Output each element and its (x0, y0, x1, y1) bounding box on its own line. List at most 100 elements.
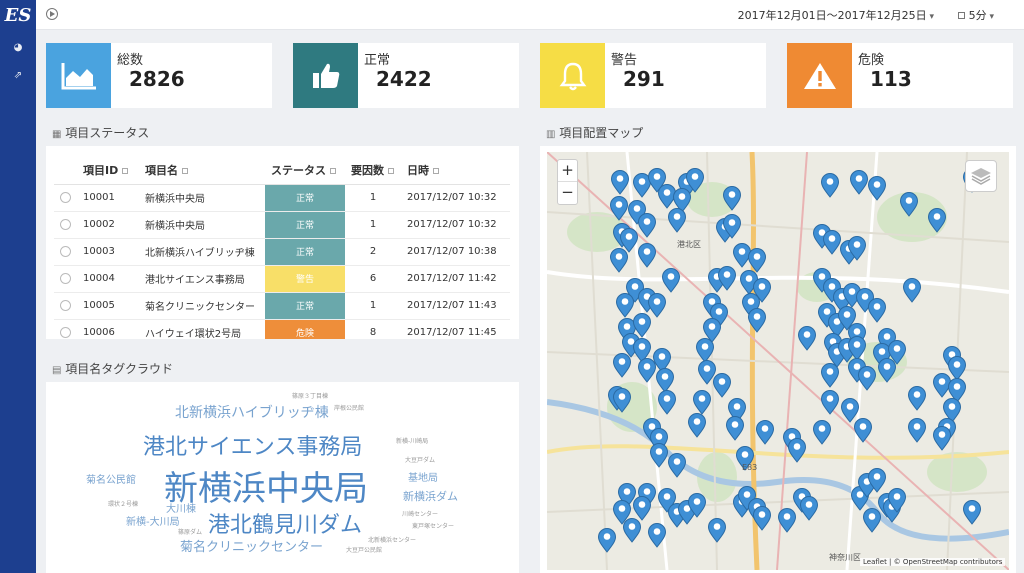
marker-dot (826, 395, 834, 402)
tag-item[interactable]: 環状２号棟 (108, 499, 138, 508)
status-badge: 危険 (265, 319, 345, 339)
sidebar: ES ◕ ⇗ (0, 0, 36, 573)
map-marker-icon (797, 326, 817, 351)
cell-time: 2017/12/07 10:32 (401, 184, 510, 212)
marker-dot (715, 308, 723, 315)
marker-dot (747, 298, 755, 305)
marker-dot (853, 363, 861, 370)
marker-dot (848, 288, 856, 295)
card-label: 警告 (611, 53, 638, 68)
marker-dot (655, 448, 663, 455)
map-marker-icon (692, 390, 712, 415)
map-marker-icon (755, 420, 775, 445)
card-danger: 危険 113 (787, 43, 1013, 108)
tag-item[interactable]: 篠原３丁目棟 (292, 391, 328, 400)
marker-dot (913, 423, 921, 430)
tag-item[interactable]: 菊名クリニックセンター (180, 536, 323, 555)
app-logo[interactable]: ES (0, 0, 36, 32)
tag-item[interactable]: 新横-大川局 (126, 513, 180, 528)
interval-dropdown[interactable]: 5分 (957, 7, 994, 23)
marker-dot (805, 501, 813, 508)
tag-item[interactable]: 基地局 (408, 469, 438, 484)
map-canvas[interactable]: 港北区 神奈川区 E83 (547, 152, 1009, 570)
tag-item[interactable]: 北新横浜センター (368, 535, 416, 544)
col-header-time[interactable]: 日時 (401, 156, 510, 185)
marker-dot (633, 205, 641, 212)
tag-item[interactable]: 港北鶴見川ダム (208, 507, 362, 539)
table-row[interactable]: 10001 新横浜中央局 正常 1 2017/12/07 10:32 (54, 184, 510, 212)
tag-item[interactable]: 大豆戸ダム (405, 455, 435, 464)
map-marker-icon (632, 313, 652, 338)
marker-dot (631, 283, 639, 290)
tag-item[interactable]: 北新横浜ハイブリッヂ棟 (175, 402, 329, 422)
marker-dot (953, 383, 961, 390)
card-label: 危険 (858, 53, 885, 68)
row-radio[interactable] (60, 326, 71, 338)
row-radio[interactable] (60, 272, 71, 284)
marker-dot (843, 311, 851, 318)
marker-dot (826, 178, 834, 185)
marker-dot (761, 425, 769, 432)
marker-dot (743, 491, 751, 498)
tag-item[interactable]: 岸根公民館 (334, 403, 364, 412)
marker-dot (708, 298, 716, 305)
square-icon (957, 12, 965, 19)
tag-item[interactable]: 川崎センター (402, 509, 438, 518)
card-label: 正常 (364, 53, 391, 68)
marker-dot (893, 493, 901, 500)
map-svg[interactable]: 港北区神奈川区 E83 (547, 152, 1009, 570)
status-badge: 警告 (265, 265, 345, 293)
row-radio[interactable] (60, 218, 71, 230)
interval-label: 5分 (968, 9, 987, 22)
table-row[interactable]: 10005 菊名クリニックセンター 正常 1 2017/12/07 11:43 (54, 292, 510, 320)
marker-dot (868, 513, 876, 520)
tag-item[interactable]: 大豆戸公民館 (346, 545, 382, 554)
zoom-in-button[interactable]: + (558, 160, 577, 182)
table-row[interactable]: 10003 北新横浜ハイブリッヂ棟 正常 2 2017/12/07 10:38 (54, 238, 510, 266)
marker-dot (653, 173, 661, 180)
col-header-status[interactable]: ステータス (265, 156, 345, 185)
row-radio[interactable] (60, 245, 71, 257)
table-row[interactable]: 10004 港北サイエンス事務局 警告 6 2017/12/07 11:42 (54, 265, 510, 293)
date-range-dropdown[interactable]: 2017年12月01日〜2017年12月25日 (738, 7, 934, 23)
row-radio[interactable] (60, 191, 71, 203)
card-warning: 警告 291 (540, 43, 766, 108)
marker-dot (616, 175, 624, 182)
play-icon[interactable] (46, 8, 58, 20)
marker-dot (643, 218, 651, 225)
marker-dot (628, 523, 636, 530)
table-row[interactable]: 10002 新横浜中央局 正常 1 2017/12/07 10:32 (54, 211, 510, 239)
external-link-icon[interactable]: ⇗ (0, 64, 36, 88)
tag-item[interactable]: 東戸塚センター (412, 521, 454, 530)
map-label: 神奈川区 (829, 552, 861, 562)
table-row[interactable]: 10006 ハイウェイ環状2号局 危険 8 2017/12/07 11:45 (54, 319, 510, 339)
map-attribution[interactable]: Leaflet | © OpenStreetMap contributors (860, 558, 1006, 566)
dashboard-icon[interactable]: ◕ (0, 36, 36, 60)
map-marker-icon (657, 184, 677, 209)
layers-button[interactable] (965, 160, 997, 192)
tag-item[interactable]: 菊名公民館 (86, 471, 136, 486)
cell-id: 10001 (77, 184, 139, 212)
card-value: 113 (870, 67, 912, 91)
zoom-control: + − (557, 159, 578, 205)
tag-item[interactable]: 港北サイエンス事務局 (143, 429, 362, 461)
row-radio[interactable] (60, 299, 71, 311)
col-header-id[interactable]: 項目ID (77, 156, 139, 185)
marker-dot (873, 181, 881, 188)
tag-item[interactable]: 篠原ダム (178, 527, 202, 536)
table-icon: ▦ (52, 129, 62, 140)
marker-dot (718, 378, 726, 385)
col-header-name[interactable]: 項目名 (139, 156, 265, 185)
col-header-count[interactable]: 要因数 (345, 156, 401, 185)
bell-icon (540, 43, 605, 108)
marker-dot (948, 403, 956, 410)
tag-item[interactable]: 新横浜ダム (403, 488, 458, 504)
marker-dot (693, 418, 701, 425)
marker-dot (758, 511, 766, 518)
status-badge: 正常 (265, 211, 345, 239)
zoom-out-button[interactable]: − (558, 182, 577, 204)
card-value: 2422 (376, 67, 432, 91)
marker-dot (893, 345, 901, 352)
map-marker-icon (787, 438, 807, 463)
tag-item[interactable]: 新横-川崎局 (396, 436, 428, 445)
